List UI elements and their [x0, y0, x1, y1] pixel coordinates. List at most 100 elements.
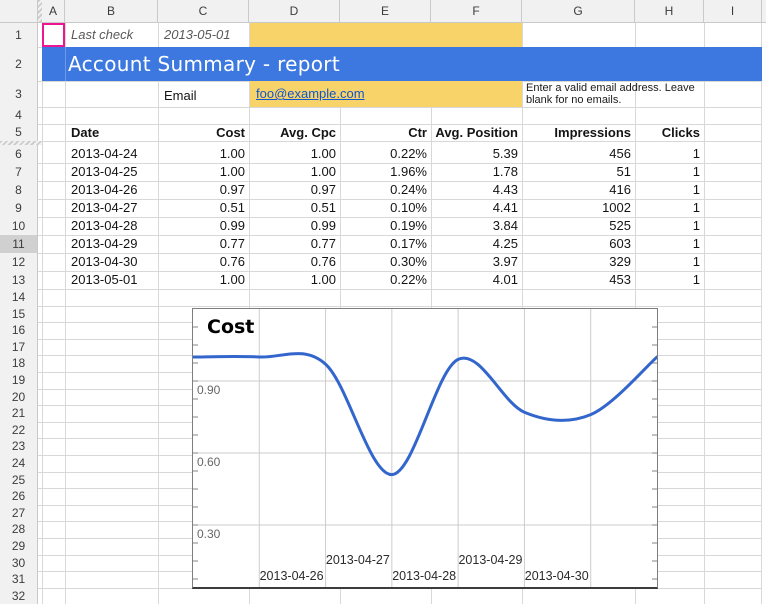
table-row-11-ctr[interactable]: 0.17% [340, 235, 427, 253]
table-header-avg-position[interactable]: Avg. Position [431, 124, 518, 141]
table-header-clicks[interactable]: Clicks [635, 124, 700, 141]
banner-row[interactable]: Account Summary - report [42, 47, 762, 81]
table-row-6-avg-position[interactable]: 5.39 [431, 145, 518, 163]
table-header-date[interactable]: Date [71, 124, 158, 141]
table-row-12-cost[interactable]: 0.76 [158, 253, 245, 271]
table-row-6-clicks[interactable]: 1 [635, 145, 700, 163]
row-header-26[interactable]: 26 [0, 488, 38, 506]
table-row-7-impressions[interactable]: 51 [522, 163, 631, 181]
table-row-12-clicks[interactable]: 1 [635, 253, 700, 271]
table-row-6-ctr[interactable]: 0.22% [340, 145, 427, 163]
table-row-12-date[interactable]: 2013-04-30 [71, 253, 158, 271]
table-row-12-impressions[interactable]: 329 [522, 253, 631, 271]
table-row-7-ctr[interactable]: 1.96% [340, 163, 427, 181]
column-header-F[interactable]: F [431, 0, 522, 23]
row-header-7[interactable]: 7 [0, 163, 38, 182]
table-row-12-ctr[interactable]: 0.30% [340, 253, 427, 271]
row-header-1[interactable]: 1 [0, 23, 38, 48]
cell-b1-last-check[interactable]: Last check [71, 23, 133, 47]
table-row-8-cost[interactable]: 0.97 [158, 181, 245, 199]
column-header-G[interactable]: G [522, 0, 635, 23]
table-row-7-date[interactable]: 2013-04-25 [71, 163, 158, 181]
row-header-32[interactable]: 32 [0, 588, 38, 604]
column-header-H[interactable]: H [635, 0, 704, 23]
table-row-10-date[interactable]: 2013-04-28 [71, 217, 158, 235]
row-header-16[interactable]: 16 [0, 322, 38, 340]
email-link[interactable]: foo@example.com [256, 81, 365, 107]
table-row-7-avg-cpc[interactable]: 1.00 [249, 163, 336, 181]
row-header-5[interactable]: 5 [0, 124, 38, 142]
row-header-22[interactable]: 22 [0, 422, 38, 440]
table-row-9-ctr[interactable]: 0.10% [340, 199, 427, 217]
table-row-10-avg-position[interactable]: 3.84 [431, 217, 518, 235]
table-row-11-clicks[interactable]: 1 [635, 235, 700, 253]
row-header-3[interactable]: 3 [0, 81, 38, 108]
row-header-11[interactable]: 11 [0, 235, 38, 254]
row-header-15[interactable]: 15 [0, 306, 38, 324]
table-row-11-avg-position[interactable]: 4.25 [431, 235, 518, 253]
row-header-18[interactable]: 18 [0, 355, 38, 373]
table-row-9-clicks[interactable]: 1 [635, 199, 700, 217]
row-header-19[interactable]: 19 [0, 372, 38, 390]
table-row-9-cost[interactable]: 0.51 [158, 199, 245, 217]
table-row-8-date[interactable]: 2013-04-26 [71, 181, 158, 199]
column-header-E[interactable]: E [340, 0, 431, 23]
table-row-12-avg-position[interactable]: 3.97 [431, 253, 518, 271]
row-header-25[interactable]: 25 [0, 472, 38, 490]
table-row-12-avg-cpc[interactable]: 0.76 [249, 253, 336, 271]
row-header-8[interactable]: 8 [0, 181, 38, 200]
table-row-13-date[interactable]: 2013-05-01 [71, 271, 158, 289]
table-row-11-impressions[interactable]: 603 [522, 235, 631, 253]
select-all-corner[interactable] [0, 0, 38, 23]
row-header-29[interactable]: 29 [0, 538, 38, 556]
column-header-B[interactable]: B [65, 0, 158, 23]
row-header-21[interactable]: 21 [0, 405, 38, 423]
table-row-6-avg-cpc[interactable]: 1.00 [249, 145, 336, 163]
table-header-ctr[interactable]: Ctr [340, 124, 427, 141]
row-header-24[interactable]: 24 [0, 455, 38, 473]
table-row-8-ctr[interactable]: 0.24% [340, 181, 427, 199]
table-row-13-ctr[interactable]: 0.22% [340, 271, 427, 289]
column-header-C[interactable]: C [158, 0, 249, 23]
row-header-13[interactable]: 13 [0, 271, 38, 290]
table-row-13-avg-position[interactable]: 4.01 [431, 271, 518, 289]
row-header-23[interactable]: 23 [0, 438, 38, 456]
row-header-17[interactable]: 17 [0, 339, 38, 357]
row-header-28[interactable]: 28 [0, 521, 38, 539]
table-row-11-date[interactable]: 2013-04-29 [71, 235, 158, 253]
table-row-10-impressions[interactable]: 525 [522, 217, 631, 235]
table-row-10-ctr[interactable]: 0.19% [340, 217, 427, 235]
table-header-cost[interactable]: Cost [158, 124, 245, 141]
row-header-20[interactable]: 20 [0, 389, 38, 407]
cell-c1-last-check-date[interactable]: 2013-05-01 [164, 23, 231, 47]
active-cell-a1[interactable] [42, 23, 65, 47]
highlight-range-d1-f1[interactable] [250, 23, 522, 47]
row-header-27[interactable]: 27 [0, 505, 38, 523]
table-row-9-impressions[interactable]: 1002 [522, 199, 631, 217]
table-row-13-impressions[interactable]: 453 [522, 271, 631, 289]
column-header-I[interactable]: I [704, 0, 762, 23]
table-row-7-cost[interactable]: 1.00 [158, 163, 245, 181]
column-header-A[interactable]: A [42, 0, 65, 23]
table-row-13-avg-cpc[interactable]: 1.00 [249, 271, 336, 289]
table-row-13-cost[interactable]: 1.00 [158, 271, 245, 289]
table-row-10-cost[interactable]: 0.99 [158, 217, 245, 235]
row-header-12[interactable]: 12 [0, 253, 38, 272]
table-row-11-avg-cpc[interactable]: 0.77 [249, 235, 336, 253]
row-header-4[interactable]: 4 [0, 107, 38, 125]
row-header-2[interactable]: 2 [0, 47, 38, 82]
table-row-9-date[interactable]: 2013-04-27 [71, 199, 158, 217]
table-row-8-avg-cpc[interactable]: 0.97 [249, 181, 336, 199]
row-header-10[interactable]: 10 [0, 217, 38, 236]
cell-c3-email-label[interactable]: Email [164, 89, 197, 103]
cost-chart[interactable]: Cost 0.900.600.302013-04-262013-04-27201… [192, 308, 658, 589]
table-row-9-avg-position[interactable]: 4.41 [431, 199, 518, 217]
table-header-avg-cpc[interactable]: Avg. Cpc [249, 124, 336, 141]
table-row-8-impressions[interactable]: 416 [522, 181, 631, 199]
table-row-7-clicks[interactable]: 1 [635, 163, 700, 181]
row-header-14[interactable]: 14 [0, 289, 38, 307]
table-header-impressions[interactable]: Impressions [522, 124, 631, 141]
table-row-6-impressions[interactable]: 456 [522, 145, 631, 163]
row-header-6[interactable]: 6 [0, 145, 38, 164]
table-row-6-cost[interactable]: 1.00 [158, 145, 245, 163]
